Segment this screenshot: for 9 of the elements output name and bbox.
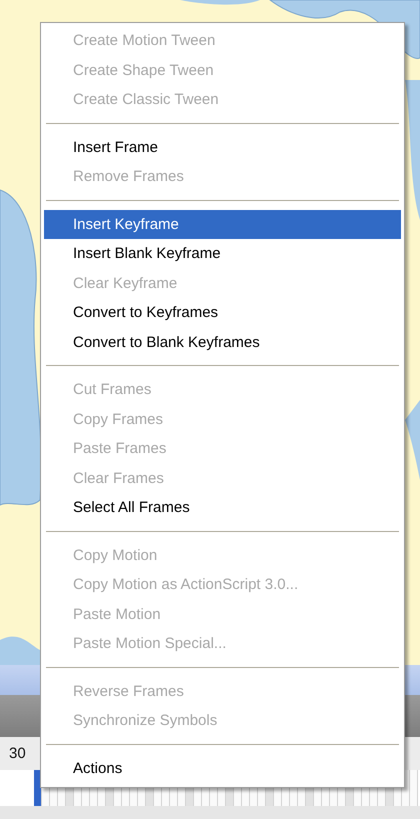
menu-item[interactable]: Convert to Keyframes (44, 298, 401, 328)
menu-item[interactable]: Insert Frame (44, 132, 401, 162)
menu-item[interactable]: Insert Blank Keyframe (44, 239, 401, 268)
frame-number: 30 (9, 745, 26, 762)
menu-item[interactable]: Actions (44, 754, 401, 783)
menu-item[interactable]: Convert to Blank Keyframes (44, 328, 401, 357)
menu-item[interactable]: Insert Keyframe (44, 210, 401, 239)
menu-item[interactable]: Select All Frames (44, 493, 401, 522)
frame-cell[interactable] (410, 770, 418, 806)
